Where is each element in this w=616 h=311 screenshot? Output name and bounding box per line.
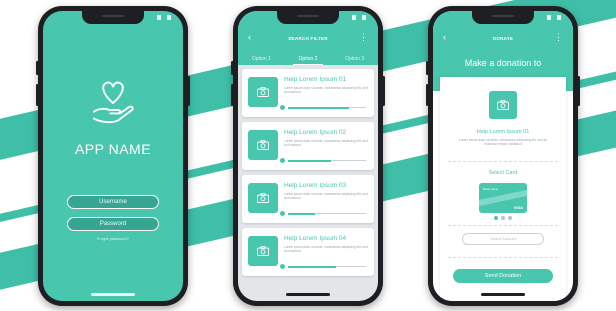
notch <box>277 11 339 24</box>
card-bank-name: Bank name <box>483 187 499 191</box>
item-title: Help Lorem Ipsum 03 <box>284 182 347 189</box>
home-indicator[interactable] <box>91 293 135 296</box>
divider <box>448 161 558 162</box>
select-card-label: Select Card <box>488 170 518 176</box>
notch <box>472 11 534 24</box>
item-title: Help Lorem Ipsum 01 <box>284 76 347 83</box>
signal-icon <box>352 15 366 20</box>
progress-bar <box>280 211 366 216</box>
pager-dot-icon[interactable] <box>501 216 505 220</box>
divider <box>448 257 558 258</box>
home-indicator[interactable] <box>481 293 525 296</box>
item-title: Help Lorem Ipsum 04 <box>284 235 347 242</box>
page-title: SEARCH FILTER <box>288 36 328 41</box>
password-field[interactable]: Password <box>67 217 159 231</box>
camera-icon <box>248 236 278 266</box>
send-donation-button[interactable]: Send Donation <box>453 269 553 283</box>
phone-button <box>577 76 580 106</box>
phone-button <box>36 61 39 75</box>
phone-login: APP NAME Username Password Forgot passwo… <box>36 6 190 306</box>
phone-button <box>36 84 39 106</box>
divider <box>448 225 558 226</box>
list-item[interactable]: Help Lorem Ipsum 01 Lorem ipsum dolor si… <box>242 69 374 117</box>
heart-in-hand-icon <box>92 81 134 124</box>
item-description: Lorem ipsum dolor sit amet, consectetur … <box>284 139 368 147</box>
item-title: Help Lorem Ipsum 02 <box>284 129 347 136</box>
donate-screen: ‹ DONATE ⋮ Make a donation to Help Lorem… <box>433 11 573 301</box>
pager-dot-icon[interactable] <box>508 216 512 220</box>
more-menu-icon[interactable]: ⋮ <box>554 33 563 42</box>
card-pager[interactable] <box>494 216 512 220</box>
progress-bar <box>280 264 366 269</box>
tab-option-1[interactable]: Option 1 <box>238 54 285 65</box>
organization-name: Help Lorem Ipsum 01 <box>476 129 530 135</box>
tab-option-3[interactable]: Option 3 <box>331 54 378 65</box>
phone-button <box>382 76 385 106</box>
phone-button <box>231 61 234 75</box>
card-brand: VISA <box>513 205 523 210</box>
list-item[interactable]: Help Lorem Ipsum 02 Lorem ipsum dolor si… <box>242 122 374 170</box>
camera-icon <box>248 183 278 213</box>
pager-dot-icon[interactable] <box>494 216 498 220</box>
credit-card[interactable]: Bank name VISA <box>479 183 527 213</box>
forgot-password-link[interactable]: Forgot password? <box>43 236 183 241</box>
item-description: Lorem ipsum dolor sit amet, consectetur … <box>284 86 368 94</box>
phone-button <box>426 61 429 75</box>
donation-headline: Make a donation to <box>464 58 542 68</box>
progress-dot-icon <box>280 105 285 110</box>
progress-bar <box>280 105 366 110</box>
progress-dot-icon <box>280 264 285 269</box>
item-description: Lorem ipsum dolor sit amet, consectetur … <box>284 245 368 253</box>
filter-tabs: Option 1 Option 2 Option 3 <box>238 54 378 65</box>
progress-dot-icon <box>280 211 285 216</box>
signal-icon <box>157 15 171 20</box>
app-name: APP NAME <box>74 141 152 157</box>
tab-option-2[interactable]: Option 2 <box>285 54 332 65</box>
camera-icon <box>489 91 517 119</box>
amount-select[interactable]: Select Amount <box>462 233 544 245</box>
more-menu-icon[interactable]: ⋮ <box>359 33 368 42</box>
list-item[interactable]: Help Lorem Ipsum 04 Lorem ipsum dolor si… <box>242 228 374 276</box>
organization-description: Lorem ipsum dolor sit amet, consectetur … <box>458 138 548 146</box>
progress-dot-icon <box>280 158 285 163</box>
camera-icon <box>248 77 278 107</box>
phone-button <box>231 84 234 106</box>
home-indicator[interactable] <box>286 293 330 296</box>
notch <box>82 11 144 24</box>
phone-donate: ‹ DONATE ⋮ Make a donation to Help Lorem… <box>426 6 580 306</box>
signal-icon <box>547 15 561 20</box>
login-screen: APP NAME Username Password Forgot passwo… <box>43 11 183 301</box>
page-title: DONATE <box>492 36 514 41</box>
list-item[interactable]: Help Lorem Ipsum 03 Lorem ipsum dolor si… <box>242 175 374 223</box>
item-description: Lorem ipsum dolor sit amet, consectetur … <box>284 192 368 200</box>
phone-search-filter: ‹ SEARCH FILTER ⋮ Option 1 Option 2 Opti… <box>231 6 385 306</box>
phone-button <box>426 84 429 106</box>
username-field[interactable]: Username <box>67 195 159 209</box>
camera-icon <box>248 130 278 160</box>
phone-button <box>187 76 190 106</box>
progress-bar <box>280 158 366 163</box>
search-filter-screen: ‹ SEARCH FILTER ⋮ Option 1 Option 2 Opti… <box>238 11 378 301</box>
